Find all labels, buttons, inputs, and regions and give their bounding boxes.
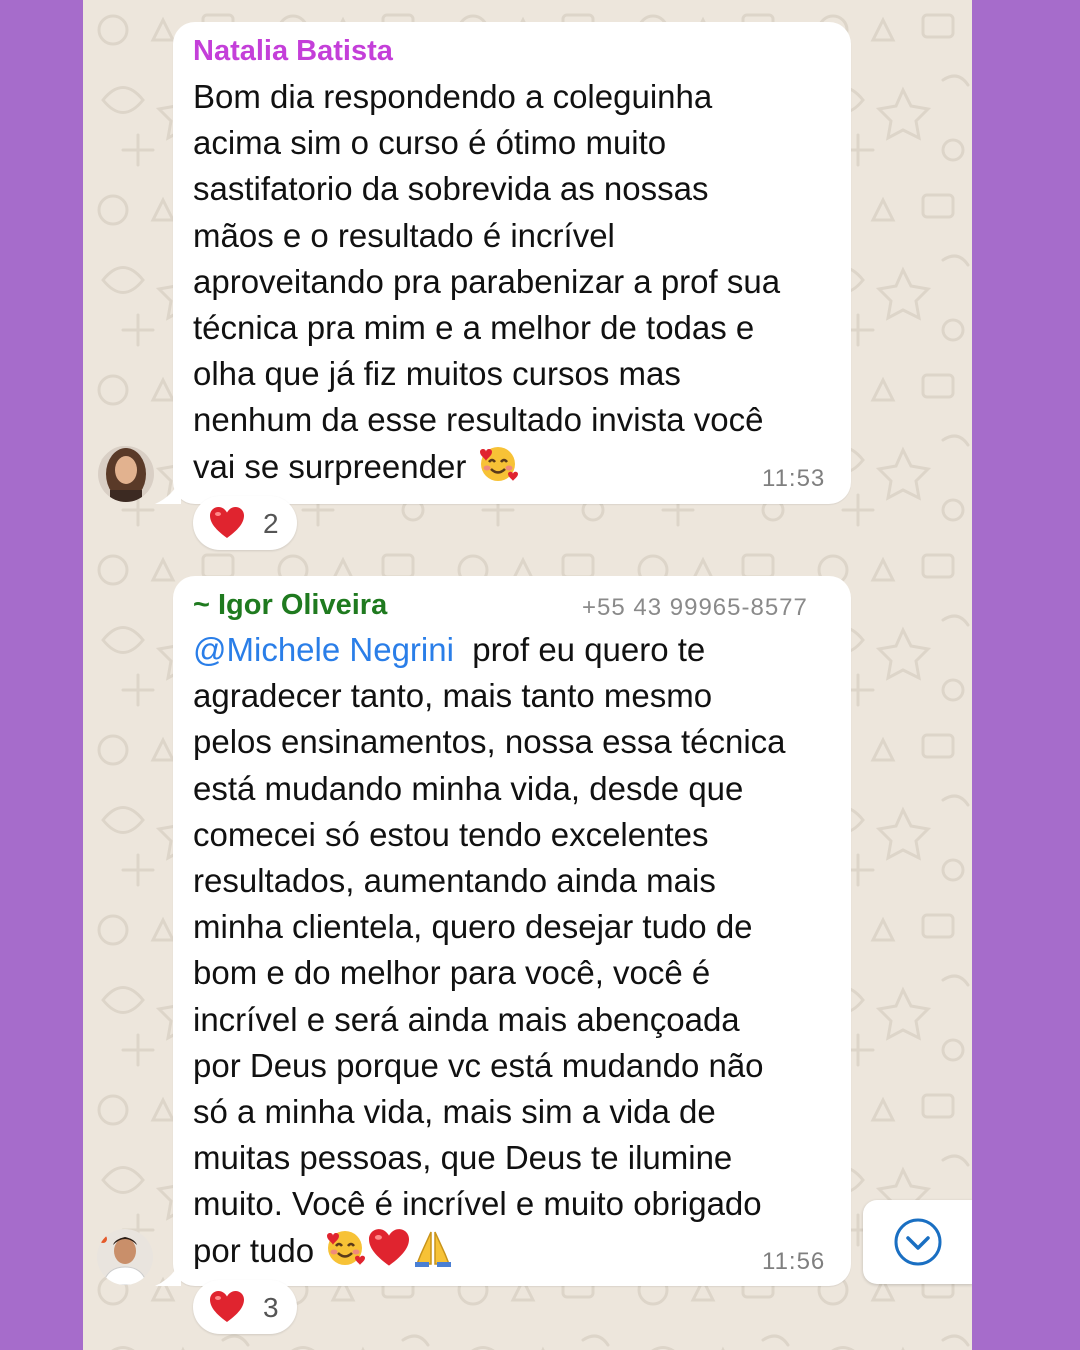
message-line: comecei só estou tendo excelentes: [193, 815, 709, 853]
reaction-count: 3: [263, 1292, 279, 1323]
message-line: olha que já fiz muitos cursos mas: [193, 355, 681, 393]
message-line: resultados, aumentando ainda mais: [193, 862, 716, 900]
red-heart-icon: [369, 1228, 410, 1266]
reaction-count: 2: [263, 508, 279, 539]
heart-icon: [210, 507, 244, 538]
folded-hands-icon: [415, 1231, 452, 1267]
message-line: nenhum da esse resultado invista você: [193, 401, 764, 439]
message-line: só a minha vida, mais sim a vida de: [193, 1093, 716, 1131]
smiling-face-with-hearts-icon: [327, 1230, 366, 1265]
message-time: 11:56: [762, 1248, 826, 1275]
avatar-photo-icon: [97, 1229, 153, 1285]
message-line: acima sim o curso é ótimo muito: [193, 124, 667, 162]
sender-phone: +55 43 99965-8577: [582, 594, 808, 621]
message-line: pelos ensinamentos, nossa essa técnica: [193, 723, 786, 761]
mention-link[interactable]: @Michele Negrini: [193, 631, 454, 668]
message-line: muito. Você é incrível e muito obrigado: [193, 1185, 762, 1223]
message-line: está mudando minha vida, desde que: [193, 769, 744, 807]
message-line-text: vai se surpreender: [193, 447, 467, 485]
sender-name[interactable]: Natalia Batista: [193, 35, 393, 68]
message-line: minha clientela, quero desejar tudo de: [193, 908, 753, 946]
chevron-down-circle-icon: [894, 1218, 942, 1266]
message-line-text: prof eu quero te: [472, 631, 706, 668]
bubble-tail: [155, 1260, 181, 1286]
message-line-text: por tudo: [193, 1231, 315, 1269]
message-line: vai se surpreender: [193, 444, 780, 490]
message-line: por Deus porque vc está mudando não: [193, 1046, 764, 1084]
message-line: @Michele Negrini prof eu quero te: [193, 627, 786, 673]
message-time: 11:53: [762, 465, 826, 492]
scroll-to-bottom-button[interactable]: [863, 1200, 972, 1284]
avatar-igor[interactable]: [97, 1229, 153, 1285]
sender-name[interactable]: ~ Igor Oliveira: [193, 589, 387, 622]
smiling-face-with-hearts-icon: [479, 446, 518, 481]
message-line: por tudo: [193, 1228, 786, 1274]
message-text: Bom dia respondendo a coleguinha acima s…: [193, 74, 780, 490]
message-line: aproveitando pra parabenizar a prof sua: [193, 262, 781, 300]
message-line: sastifatorio da sobrevida as nossas: [193, 170, 709, 208]
reaction-badge[interactable]: 3: [193, 1280, 297, 1334]
message-line: mãos e o resultado é incrível: [193, 216, 615, 254]
message-line: bom e do melhor para você, você é: [193, 954, 711, 992]
reaction-badge[interactable]: 2: [193, 496, 297, 550]
message-line: muitas pessoas, que Deus te ilumine: [193, 1139, 733, 1177]
avatar-photo-icon: [98, 446, 154, 502]
message-line: técnica pra mim e a melhor de todas e: [193, 309, 755, 347]
bubble-tail: [155, 478, 181, 504]
message-line: Bom dia respondendo a coleguinha: [193, 78, 713, 115]
message-text: @Michele Negrini prof eu quero te agrade…: [193, 627, 786, 1274]
message-line: incrível e será ainda mais abençoada: [193, 1000, 740, 1038]
message-line: agradecer tanto, mais tanto mesmo: [193, 677, 713, 715]
heart-icon: [210, 1291, 244, 1322]
avatar-natalia[interactable]: [98, 446, 154, 502]
chat-area: Natalia Batista Bom dia respondendo a co…: [83, 0, 972, 1350]
